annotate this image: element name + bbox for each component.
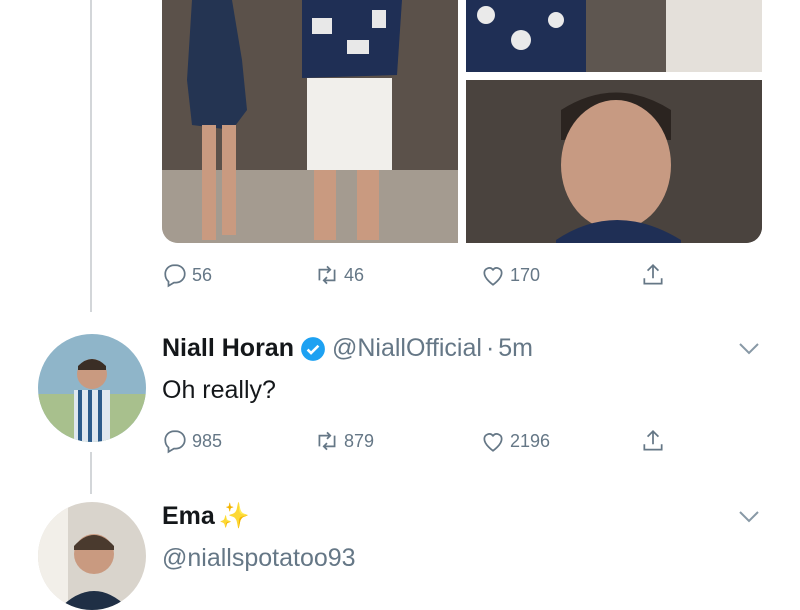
tweet-photo-2[interactable] <box>466 0 762 72</box>
reply-button[interactable]: 985 <box>162 426 222 456</box>
tweet-header: Niall Horan @NiallOfficial · 5m <box>162 334 533 363</box>
chevron-down-icon[interactable] <box>738 342 760 356</box>
avatar[interactable] <box>38 334 146 442</box>
heart-icon <box>483 433 503 452</box>
avatar[interactable] <box>38 502 146 610</box>
display-name[interactable]: Ema <box>162 502 215 531</box>
reply-icon <box>164 430 186 454</box>
tweet-media-grid[interactable] <box>162 0 762 243</box>
like-count: 170 <box>510 264 541 285</box>
reply-icon <box>164 264 186 288</box>
reply-count: 985 <box>192 430 223 451</box>
tweet-time[interactable]: 5m <box>498 334 533 363</box>
thread-line-top <box>90 0 92 312</box>
reply-count: 56 <box>192 264 213 285</box>
tweet-photo-3[interactable] <box>466 80 762 243</box>
tweet-1-action-bar: 56 46 170 <box>162 260 682 290</box>
retweet-count: 46 <box>344 264 365 285</box>
verified-badge-icon <box>301 336 325 361</box>
user-handle[interactable]: @NiallOfficial <box>332 334 482 363</box>
retweet-icon <box>318 265 336 285</box>
user-handle[interactable]: @niallspotatoo93 <box>162 544 356 573</box>
reply-button[interactable]: 56 <box>162 260 212 290</box>
like-button[interactable]: 170 <box>480 260 540 290</box>
chevron-down-icon[interactable] <box>738 510 760 524</box>
tweet-2-action-bar: 985 879 2196 <box>162 426 682 456</box>
display-name[interactable]: Niall Horan <box>162 334 294 363</box>
like-count: 2196 <box>510 430 551 451</box>
tweet-text: Oh really? <box>162 376 276 404</box>
tweet-header: Ema ✨ <box>162 502 250 531</box>
separator-dot: · <box>485 334 495 362</box>
like-button[interactable]: 2196 <box>480 426 550 456</box>
tweet-ema[interactable]: Ema ✨ @niallspotatoo93 <box>38 502 778 610</box>
retweet-count: 879 <box>344 430 375 451</box>
share-button[interactable] <box>640 426 670 456</box>
retweet-icon <box>318 431 336 451</box>
sparkles-icon: ✨ <box>218 502 250 530</box>
share-icon <box>643 430 663 451</box>
retweet-button[interactable]: 879 <box>314 426 374 456</box>
retweet-button[interactable]: 46 <box>314 260 364 290</box>
heart-icon <box>483 267 503 286</box>
share-icon <box>643 264 663 285</box>
share-button[interactable] <box>640 260 670 290</box>
tweet-photo-1[interactable] <box>162 0 458 243</box>
